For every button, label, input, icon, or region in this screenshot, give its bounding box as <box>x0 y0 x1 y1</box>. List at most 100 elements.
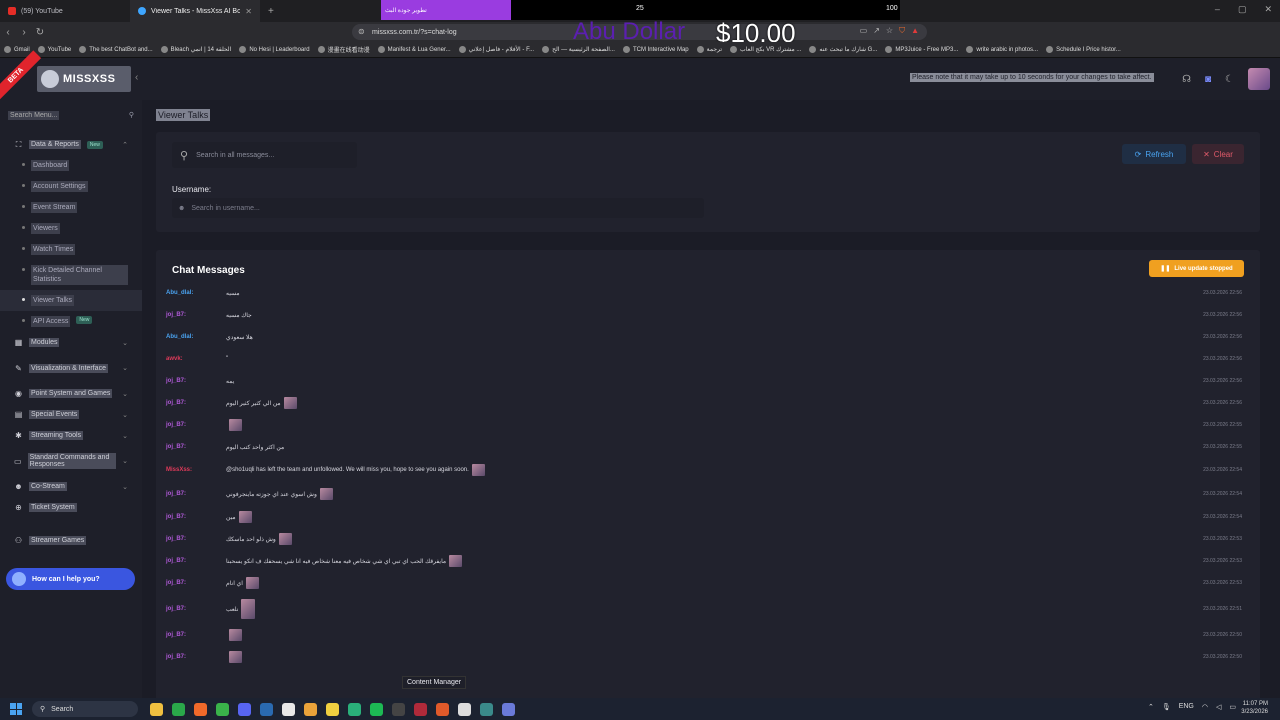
game-icon[interactable] <box>392 702 405 716</box>
tab-youtube[interactable]: (59) YouTube <box>0 0 130 22</box>
site-info-icon[interactable]: ⊜ <box>358 27 365 36</box>
bookmark-item[interactable]: بكج العاب VR مشترك ... <box>730 46 801 53</box>
brave-icon[interactable] <box>194 702 207 716</box>
username-search-input[interactable]: ☻ Search in username... <box>172 198 704 218</box>
xbox-app-icon[interactable] <box>348 702 361 716</box>
bookmark-item[interactable]: الأفلام - فاصل إعلاني - F... <box>458 46 534 53</box>
sidebar-item[interactable]: Kick Detailed Channel Statistics <box>0 260 142 290</box>
maximize-icon[interactable]: ▢ <box>1238 4 1247 15</box>
app-icon[interactable] <box>326 702 339 716</box>
share-icon[interactable]: ↗ <box>873 26 880 36</box>
sidebar-item[interactable]: API Access New <box>0 311 142 332</box>
search-menu-input[interactable]: Search Menu... ⚲ <box>8 108 134 122</box>
chat-username[interactable]: joj_B7: <box>166 491 186 497</box>
chat-username[interactable]: joj_B7: <box>166 536 186 542</box>
chat-username[interactable]: Abu_dlal: <box>166 290 193 296</box>
minimize-icon[interactable]: – <box>1215 4 1220 15</box>
sidebar-section[interactable]: ✎ Visualization & Interface ⌄ <box>0 353 142 383</box>
chat-username[interactable]: Abu_dlal: <box>166 334 193 340</box>
clear-button[interactable]: ✕ Clear <box>1192 144 1244 164</box>
spotify-icon[interactable] <box>370 702 383 716</box>
bookmark-item[interactable]: الصفحة الرئيسية — الح... <box>542 46 615 53</box>
chat-username[interactable]: joj_B7: <box>166 514 186 520</box>
roblox-icon[interactable] <box>282 702 295 716</box>
file-explorer-icon[interactable] <box>150 702 163 716</box>
shield-icon[interactable]: ⛉ <box>899 26 905 36</box>
microphone-icon[interactable]: 🎙 <box>1162 703 1171 711</box>
rewards-icon[interactable]: ▲ <box>911 26 919 36</box>
sidebar-section[interactable]: ⛶ Data & Reports New ⌃ <box>0 134 142 155</box>
forward-icon[interactable]: › <box>16 27 32 38</box>
sidebar-item[interactable]: Watch Times <box>0 239 142 260</box>
chat-username[interactable]: joj_B7: <box>166 422 186 428</box>
xbox-icon[interactable] <box>172 702 185 716</box>
settings-app-icon[interactable] <box>502 702 515 716</box>
chat-username[interactable]: MissXss: <box>166 467 192 473</box>
tray-overflow-icon[interactable]: ⌃ <box>1148 703 1154 711</box>
language-indicator[interactable]: ENG <box>1179 703 1194 711</box>
sidebar-item[interactable]: Dashboard <box>0 155 142 176</box>
chat-username[interactable]: joj_B7: <box>166 312 186 318</box>
bookmark-item[interactable]: write arabic in photos... <box>966 46 1038 53</box>
bookmark-item[interactable]: ترجمة <box>696 46 722 53</box>
collapse-sidebar-icon[interactable]: ‹ <box>135 72 138 83</box>
avatar[interactable] <box>1248 68 1270 90</box>
discord-icon[interactable] <box>238 702 251 716</box>
sidebar-section[interactable]: ⚇ Streamer Games <box>0 530 142 551</box>
app-red-icon[interactable] <box>414 702 427 716</box>
back-icon[interactable]: ‹ <box>0 27 16 38</box>
content-manager-icon[interactable] <box>436 702 449 716</box>
bookmark-item[interactable]: 漫畫在线看动漫 <box>317 45 370 54</box>
steam-icon[interactable] <box>260 702 273 716</box>
sidebar-section[interactable]: ⊕ Ticket System <box>0 497 142 518</box>
sidebar-item[interactable]: Viewer Talks <box>0 290 142 311</box>
chat-username[interactable]: awvk: <box>166 356 183 362</box>
bookmark-item[interactable]: Manifest & Lua Gener... <box>377 46 451 53</box>
sidebar-section[interactable]: ◉ Point System and Games ⌄ <box>0 383 142 404</box>
battery-icon[interactable]: ▭ <box>1229 703 1236 711</box>
chat-username[interactable]: joj_B7: <box>166 580 186 586</box>
bookmark-item[interactable]: The best ChatBot and... <box>79 46 153 53</box>
bookmark-item[interactable]: Bleach الحلقة 14 | انمي <box>160 46 231 53</box>
sidebar-item[interactable]: Viewers <box>0 218 142 239</box>
terminal-icon[interactable] <box>480 702 493 716</box>
bookmark-star-icon[interactable]: ☆ <box>886 26 893 36</box>
cast-icon[interactable]: ▭ <box>860 26 868 36</box>
bookmark-item[interactable]: شارك ما تبحث عنه G... <box>809 46 877 53</box>
sidebar-item[interactable]: Event Stream <box>0 197 142 218</box>
wifi-icon[interactable]: ◠ <box>1202 703 1208 711</box>
bookmark-item[interactable]: TCM Interactive Map <box>622 46 689 53</box>
sidebar-section[interactable]: ▦ Modules ⌄ <box>0 332 142 353</box>
sidebar-item[interactable]: Account Settings <box>0 176 142 197</box>
refresh-button[interactable]: ⟳ Refresh <box>1122 144 1186 164</box>
chat-username[interactable]: joj_B7: <box>166 632 186 638</box>
clock[interactable]: 11:07 PM 3/23/2026 <box>1241 701 1268 717</box>
chat-username[interactable]: joj_B7: <box>166 558 186 564</box>
reload-icon[interactable]: ↻ <box>32 27 48 38</box>
bookmark-item[interactable]: YouTube <box>37 46 71 53</box>
chrome-icon[interactable] <box>304 702 317 716</box>
sidebar-section[interactable]: ▤ Special Events ⌄ <box>0 404 142 425</box>
chat-username[interactable]: joj_B7: <box>166 606 186 612</box>
nvidia-icon[interactable] <box>216 702 229 716</box>
bookmark-item[interactable]: No Hesi | Leaderboard <box>239 46 310 53</box>
help-chat-button[interactable]: How can I help you? <box>6 568 135 590</box>
new-tab-button[interactable]: + <box>260 6 282 17</box>
sidebar-section[interactable]: ☻ Co-Stream ⌄ <box>0 476 142 497</box>
chat-username[interactable]: joj_B7: <box>166 400 186 406</box>
sidebar-section[interactable]: ✱ Streaming Tools ⌄ <box>0 425 142 446</box>
support-icon[interactable]: ☊ <box>1182 74 1191 85</box>
bookmark-item[interactable]: Gmail <box>4 46 30 53</box>
theme-toggle-icon[interactable]: ☾ <box>1225 74 1234 85</box>
chat-username[interactable]: joj_B7: <box>166 378 186 384</box>
volume-icon[interactable]: ◁ <box>1216 703 1221 711</box>
logo[interactable]: MISSXSS <box>37 66 131 92</box>
close-window-icon[interactable]: ✕ <box>1264 4 1272 15</box>
windows-start-icon[interactable] <box>10 703 22 715</box>
message-search-input[interactable]: ⚲ Search in all messages... <box>172 142 357 168</box>
close-tab-icon[interactable]: ✕ <box>245 7 252 16</box>
live-update-button[interactable]: ❚❚ Live update stopped <box>1149 260 1244 277</box>
taskbar-search[interactable]: ⚲ Search <box>32 701 138 717</box>
bookmark-item[interactable]: Schedule I Price histor... <box>1046 46 1121 53</box>
tab-viewer-talks[interactable]: Viewer Talks - MissXss AI Bot Syste ✕ <box>130 0 260 22</box>
